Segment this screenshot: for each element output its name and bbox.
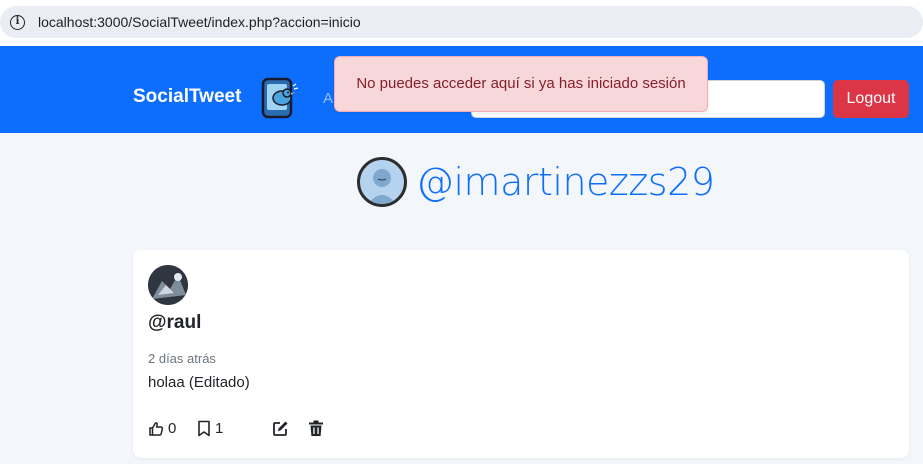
bird-phone-logo-icon[interactable] xyxy=(260,76,300,120)
url-text[interactable]: localhost:3000/SocialTweet/index.php?acc… xyxy=(38,14,361,30)
profile-avatar xyxy=(357,157,407,207)
logout-button[interactable]: Logout xyxy=(833,80,909,118)
edit-button[interactable] xyxy=(272,420,289,437)
thumbs-up-icon xyxy=(149,421,164,436)
like-count: 0 xyxy=(168,420,177,437)
tweet-text: holaa (Editado) xyxy=(148,374,250,391)
brand-name[interactable]: SocialTweet xyxy=(133,86,241,108)
info-icon[interactable]: i xyxy=(10,15,25,30)
edit-icon xyxy=(273,421,288,436)
tweet-card: @raul 2 días atrás holaa (Editado) 0 1 xyxy=(133,250,909,458)
bookmark-button[interactable]: 1 xyxy=(197,420,223,437)
bookmark-icon xyxy=(198,420,210,437)
like-button[interactable]: 0 xyxy=(148,420,176,437)
bookmark-count: 1 xyxy=(215,420,224,437)
nav-link[interactable]: A xyxy=(323,90,333,107)
tweet-timestamp: 2 días atrás xyxy=(148,351,216,366)
author-avatar[interactable] xyxy=(148,265,188,305)
error-alert: No puedes acceder aquí si ya has iniciad… xyxy=(334,56,708,112)
browser-address-bar: i localhost:3000/SocialTweet/index.php?a… xyxy=(0,0,923,46)
delete-button[interactable] xyxy=(308,420,324,437)
url-field[interactable]: i localhost:3000/SocialTweet/index.php?a… xyxy=(0,6,923,38)
trash-icon xyxy=(309,420,323,436)
profile-handle: @imartinezzs29 xyxy=(416,160,715,204)
tweet-author[interactable]: @raul xyxy=(148,312,201,334)
